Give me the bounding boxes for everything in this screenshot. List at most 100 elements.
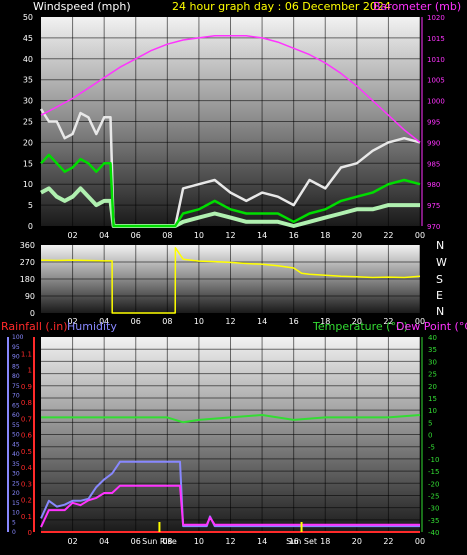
temp-y-tick-35: 35: [428, 346, 437, 354]
wind-x-tick-02: 02: [67, 231, 77, 240]
dir-letter-w: W: [436, 256, 447, 269]
dir-x-tick-14: 14: [257, 317, 267, 326]
baro-y-tick-1010: 1010: [427, 56, 445, 64]
temp-y-tick-5: 5: [428, 419, 432, 427]
rain-y-tick-0.6: 0.6: [21, 432, 33, 440]
humidity-y-tick-50: 50: [12, 432, 20, 439]
temp-y-tick--40: -40: [428, 529, 439, 537]
dir-letter-s: S: [436, 273, 443, 286]
temp-y-tick--30: -30: [428, 505, 439, 513]
baro-y-tick-990: 990: [427, 139, 440, 147]
wind-x-tick-16: 16: [289, 231, 299, 240]
baro-y-tick-1015: 1015: [427, 35, 445, 43]
rain-y-tick-0: 0: [28, 529, 32, 537]
temp-y-tick-10: 10: [428, 407, 437, 415]
wind-y-tick-15: 15: [23, 159, 33, 168]
humidity-axis-title: Humidity: [67, 320, 117, 333]
humidity-y-tick-100: 100: [12, 334, 24, 341]
temp-x-tick-12: 12: [225, 537, 235, 546]
humidity-y-tick-20: 20: [12, 490, 20, 497]
temp-y-tick-40: 40: [428, 334, 437, 342]
windspeed-axis-title: Windspeed (mph): [33, 0, 131, 13]
baro-y-tick-1020: 1020: [427, 14, 445, 22]
temp-y-tick--25: -25: [428, 492, 439, 500]
wind-y-tick-5: 5: [28, 201, 33, 210]
baro-y-tick-985: 985: [427, 160, 440, 168]
baro-y-tick-975: 975: [427, 202, 440, 210]
wind-x-tick-06: 06: [131, 231, 141, 240]
temp-x-tick-02: 02: [67, 537, 77, 546]
temp-y-tick--15: -15: [428, 468, 439, 476]
temperature-axis-title: Temperature (°C): [312, 320, 408, 333]
wind-x-tick-20: 20: [352, 231, 362, 240]
humidity-y-tick-55: 55: [12, 422, 20, 429]
dir-y-tick-180: 180: [20, 275, 35, 284]
dir-x-tick-08: 08: [162, 317, 172, 326]
humidity-y-tick-80: 80: [12, 373, 20, 380]
temp-x-tick-04: 04: [99, 537, 109, 546]
temp-y-tick-15: 15: [428, 395, 437, 403]
wind-y-tick-30: 30: [23, 97, 33, 106]
wind-y-tick-50: 50: [23, 13, 33, 22]
wind-x-tick-00: 00: [415, 231, 425, 240]
wind-y-tick-40: 40: [23, 55, 33, 64]
temp-y-tick--10: -10: [428, 456, 439, 464]
wind-x-tick-22: 22: [383, 231, 393, 240]
dir-x-tick-10: 10: [194, 317, 204, 326]
rain-y-tick-0.2: 0.2: [21, 497, 32, 505]
dir-y-tick-360: 360: [20, 241, 35, 250]
wind-y-tick-25: 25: [23, 118, 33, 127]
temp-x-tick-22: 22: [383, 537, 393, 546]
temp-y-tick--35: -35: [428, 517, 439, 525]
rain-y-tick-0.9: 0.9: [21, 383, 32, 391]
temp-x-tick-00: 00: [415, 537, 425, 546]
rain-y-tick-0.5: 0.5: [21, 448, 32, 456]
baro-y-tick-980: 980: [427, 181, 440, 189]
temp-y-tick-20: 20: [428, 383, 437, 391]
rain-y-tick-0.4: 0.4: [21, 464, 33, 472]
humidity-y-tick-40: 40: [12, 451, 20, 458]
dir-letter-n-top: N: [436, 239, 444, 252]
temp-x-tick-06: 06: [131, 537, 141, 546]
humidity-y-tick-15: 15: [12, 500, 20, 507]
weather-graphs: Windspeed (mph) 24 hour graph day : 06 D…: [1, 0, 467, 546]
wind-x-tick-18: 18: [320, 231, 330, 240]
humidity-y-tick-5: 5: [12, 519, 16, 526]
dir-letter-n-bottom: N: [436, 305, 444, 318]
wind-y-tick-20: 20: [23, 138, 33, 147]
humidity-y-tick-70: 70: [12, 393, 20, 400]
temp-y-tick-0: 0: [428, 432, 432, 440]
humidity-y-tick-45: 45: [12, 441, 20, 448]
wind-x-tick-14: 14: [257, 231, 267, 240]
chart-title: 24 hour graph day : 06 December 2024: [172, 0, 391, 13]
dir-letter-e: E: [436, 289, 443, 302]
wind-y-tick-35: 35: [23, 76, 33, 85]
humidity-y-tick-10: 10: [12, 510, 20, 517]
rain-y-tick-0.7: 0.7: [21, 415, 32, 423]
baro-y-tick-995: 995: [427, 119, 440, 127]
wind-y-tick-10: 10: [23, 180, 33, 189]
humidity-y-tick-90: 90: [12, 354, 20, 361]
humidity-y-tick-30: 30: [12, 471, 20, 478]
temp-y-tick-25: 25: [428, 371, 437, 379]
rain-y-tick-0.8: 0.8: [21, 399, 32, 407]
rain-y-tick-1.1: 1.1: [21, 350, 32, 358]
temp-y-tick-30: 30: [428, 358, 437, 366]
temp-x-tick-18: 18: [320, 537, 330, 546]
humidity-y-tick-25: 25: [12, 480, 20, 487]
dir-x-tick-16: 16: [289, 317, 299, 326]
temp-x-tick-20: 20: [352, 537, 362, 546]
humidity-y-tick-75: 75: [12, 383, 20, 390]
wind-x-tick-12: 12: [225, 231, 235, 240]
wind-x-tick-10: 10: [194, 231, 204, 240]
temp-x-tick-14: 14: [257, 537, 267, 546]
rain-y-tick-1: 1: [28, 367, 32, 375]
temp-x-tick-10: 10: [194, 537, 204, 546]
wind-y-tick-45: 45: [23, 34, 33, 43]
temp-y-tick--5: -5: [428, 444, 435, 452]
sunset-label: Sun Set: [286, 537, 317, 546]
humidity-y-tick-35: 35: [12, 461, 20, 468]
humidity-y-tick-85: 85: [12, 363, 20, 370]
temp-y-tick--20: -20: [428, 480, 439, 488]
wind-x-tick-04: 04: [99, 231, 109, 240]
